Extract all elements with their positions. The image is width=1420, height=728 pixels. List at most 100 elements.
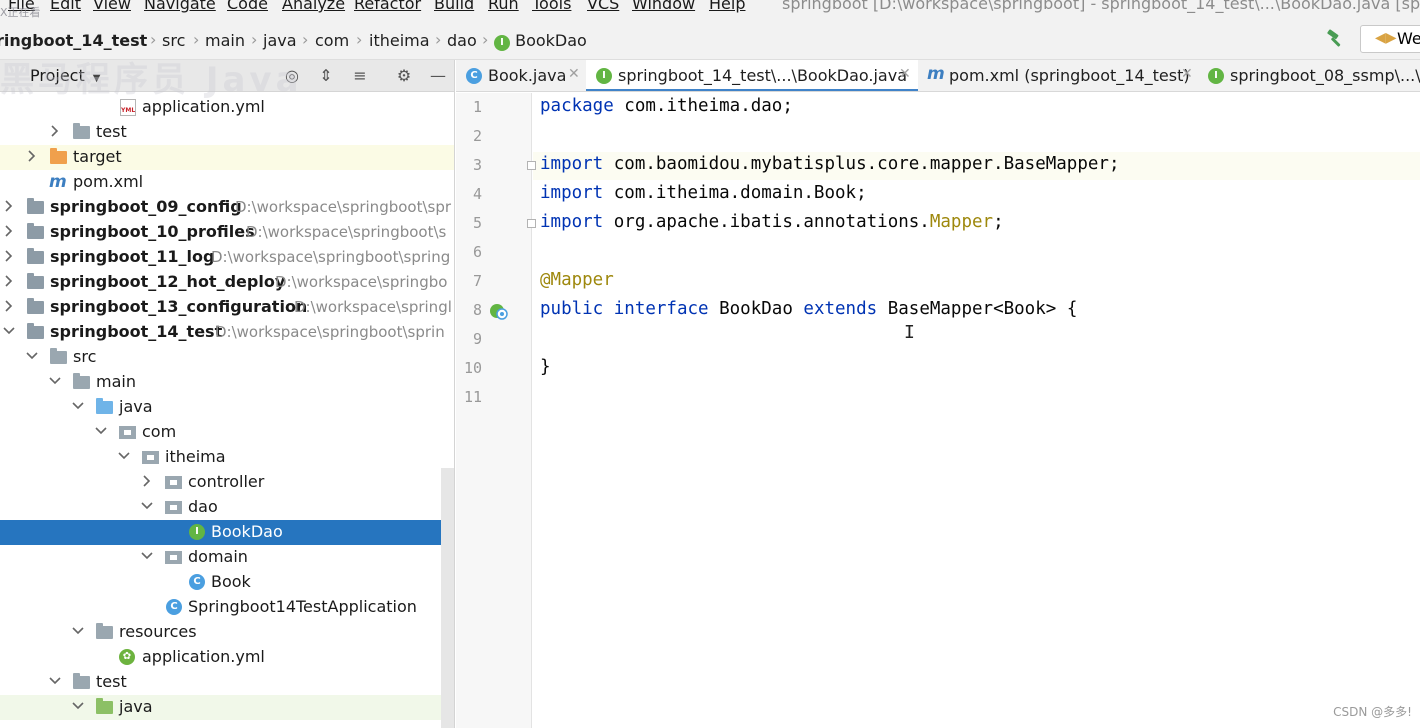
menu-help[interactable]: Help <box>709 0 745 13</box>
tree-item-module[interactable]: springboot_11_log D:\workspace\springboo… <box>0 245 454 270</box>
tree-item-book[interactable]: C Book <box>0 570 454 595</box>
tree-item-module[interactable]: springboot_09_config D:\workspace\spring… <box>0 195 454 220</box>
tree-item-resources[interactable]: resources <box>0 620 454 645</box>
chevron-down-icon[interactable] <box>94 424 108 438</box>
project-header: Project ▼ ◎ ⇕ ≡ ⚙ — <box>0 60 454 92</box>
tree-item-label: application.yml <box>142 97 265 116</box>
menu-run[interactable]: Run <box>488 0 519 13</box>
menu-edit[interactable]: Edit <box>50 0 81 13</box>
tree-item-dao[interactable]: dao <box>0 495 454 520</box>
chevron-down-icon[interactable] <box>48 674 62 688</box>
tab-bookdao-ssmp[interactable]: I springboot_08_ssmp\...\B <box>1202 60 1420 91</box>
breadcrumb-main[interactable]: main <box>205 31 245 50</box>
chevron-down-icon[interactable] <box>71 699 85 713</box>
breadcrumb-bookdao[interactable]: I BookDao <box>494 31 587 51</box>
tab-label: springboot_14_test\...\BookDao.java <box>618 66 908 85</box>
build-hammer-icon[interactable] <box>1325 29 1345 49</box>
breadcrumb-java[interactable]: java <box>263 31 297 50</box>
tree-item-module[interactable]: springboot_14_test D:\workspace\springbo… <box>0 320 454 345</box>
chevron-down-icon[interactable] <box>2 324 16 338</box>
tree-item-java[interactable]: java <box>0 395 454 420</box>
expand-all-icon[interactable]: ⇕ <box>316 66 336 86</box>
menu-tools[interactable]: Tools <box>532 0 571 13</box>
project-scrollbar[interactable] <box>441 468 454 728</box>
code-text: } <box>540 357 551 377</box>
menu-vcs[interactable]: VCS <box>587 0 619 13</box>
tree-item-pom-xml[interactable]: m pom.xml <box>0 170 454 195</box>
run-config-label: We <box>1397 29 1420 48</box>
tree-item-bookdao[interactable]: I BookDao <box>0 520 454 545</box>
tab-book-java[interactable]: C Book.java ✕ <box>456 60 586 91</box>
tree-item-main[interactable]: main <box>0 370 454 395</box>
chevron-right-icon[interactable] <box>2 274 16 288</box>
menu-navigate[interactable]: Navigate <box>144 0 216 13</box>
hide-panel-icon[interactable]: — <box>428 66 448 86</box>
tree-item-com[interactable]: com <box>0 420 454 445</box>
chevron-right-icon[interactable] <box>2 224 16 238</box>
module-icon <box>27 273 45 290</box>
chevron-down-icon[interactable] <box>117 449 131 463</box>
chevron-right-icon[interactable] <box>2 249 16 263</box>
resources-folder-icon <box>96 623 114 640</box>
chevron-down-icon[interactable] <box>71 399 85 413</box>
project-view-selector[interactable]: Project ▼ <box>30 66 100 85</box>
menu-build[interactable]: Build <box>434 0 474 13</box>
maven-icon: m <box>49 172 67 192</box>
chevron-right-icon[interactable] <box>48 124 62 138</box>
close-icon[interactable]: ✕ <box>1181 66 1193 82</box>
tree-item-application-yml[interactable]: ✿ application.yml <box>0 645 454 670</box>
breadcrumb-dao[interactable]: dao <box>447 31 477 50</box>
tree-item-label: target <box>73 147 122 166</box>
tab-bookdao-java[interactable]: I springboot_14_test\...\BookDao.java ✕ <box>586 60 918 91</box>
fold-marker-icon[interactable] <box>527 161 536 170</box>
breadcrumb-module[interactable]: ringboot_14_test <box>0 31 147 50</box>
tree-item-test[interactable]: test <box>0 120 454 145</box>
tree-item-target[interactable]: target <box>0 145 454 170</box>
close-icon[interactable]: ✕ <box>568 66 580 82</box>
menu-view[interactable]: View <box>93 0 131 13</box>
tree-item-module[interactable]: springboot_12_hot_deploy D:\workspace\sp… <box>0 270 454 295</box>
tree-item-label: Book <box>211 572 251 591</box>
tree-item-application-yml[interactable]: YML application.yml <box>0 95 454 120</box>
source-folder-icon <box>96 398 114 415</box>
fold-marker-icon[interactable] <box>527 219 536 228</box>
mybatis-mapper-gutter-icon[interactable] <box>489 301 509 321</box>
text-cursor-icon: I <box>904 322 915 343</box>
chevron-down-icon[interactable] <box>48 374 62 388</box>
tree-item-label: itheima <box>165 447 226 466</box>
tree-item-module[interactable]: springboot_13_configuration D:\workspace… <box>0 295 454 320</box>
chevron-down-icon[interactable] <box>25 349 39 363</box>
gear-icon[interactable]: ⚙ <box>394 66 414 86</box>
keyword: import <box>540 212 604 232</box>
menu-code[interactable]: Code <box>227 0 268 13</box>
chevron-right-icon[interactable] <box>2 199 16 213</box>
chevron-right-icon[interactable] <box>140 474 154 488</box>
chevron-down-icon[interactable] <box>140 549 154 563</box>
menu-analyze[interactable]: Analyze <box>282 0 345 13</box>
tree-item-test-java[interactable]: java <box>0 695 454 720</box>
package-icon <box>119 424 137 440</box>
tree-item-itheima[interactable]: itheima <box>0 445 454 470</box>
tree-item-src[interactable]: src <box>0 345 454 370</box>
chevron-right-icon[interactable] <box>25 149 39 163</box>
breadcrumb-bookdao-label: BookDao <box>515 31 587 50</box>
breadcrumb-src[interactable]: src <box>162 31 185 50</box>
menu-refactor[interactable]: Refactor <box>354 0 421 13</box>
breadcrumb-com[interactable]: com <box>315 31 349 50</box>
tree-item-test[interactable]: test <box>0 670 454 695</box>
code-line-10: } <box>540 357 551 377</box>
collapse-all-icon[interactable]: ≡ <box>350 66 370 86</box>
menu-window[interactable]: Window <box>632 0 695 13</box>
close-icon[interactable]: ✕ <box>899 66 911 82</box>
tab-pom-xml[interactable]: m pom.xml (springboot_14_test) ✕ <box>918 60 1202 91</box>
breadcrumb-itheima[interactable]: itheima <box>369 31 430 50</box>
tree-item-domain[interactable]: domain <box>0 545 454 570</box>
tree-item-controller[interactable]: controller <box>0 470 454 495</box>
tree-item-module[interactable]: springboot_10_profiles D:\workspace\spri… <box>0 220 454 245</box>
locate-file-icon[interactable]: ◎ <box>282 66 302 86</box>
chevron-down-icon[interactable] <box>71 624 85 638</box>
tree-item-application-class[interactable]: C Springboot14TestApplication <box>0 595 454 620</box>
chevron-right-icon[interactable] <box>2 299 16 313</box>
chevron-down-icon[interactable] <box>140 499 154 513</box>
run-configuration-selector[interactable]: ◀▶ We <box>1360 25 1420 53</box>
